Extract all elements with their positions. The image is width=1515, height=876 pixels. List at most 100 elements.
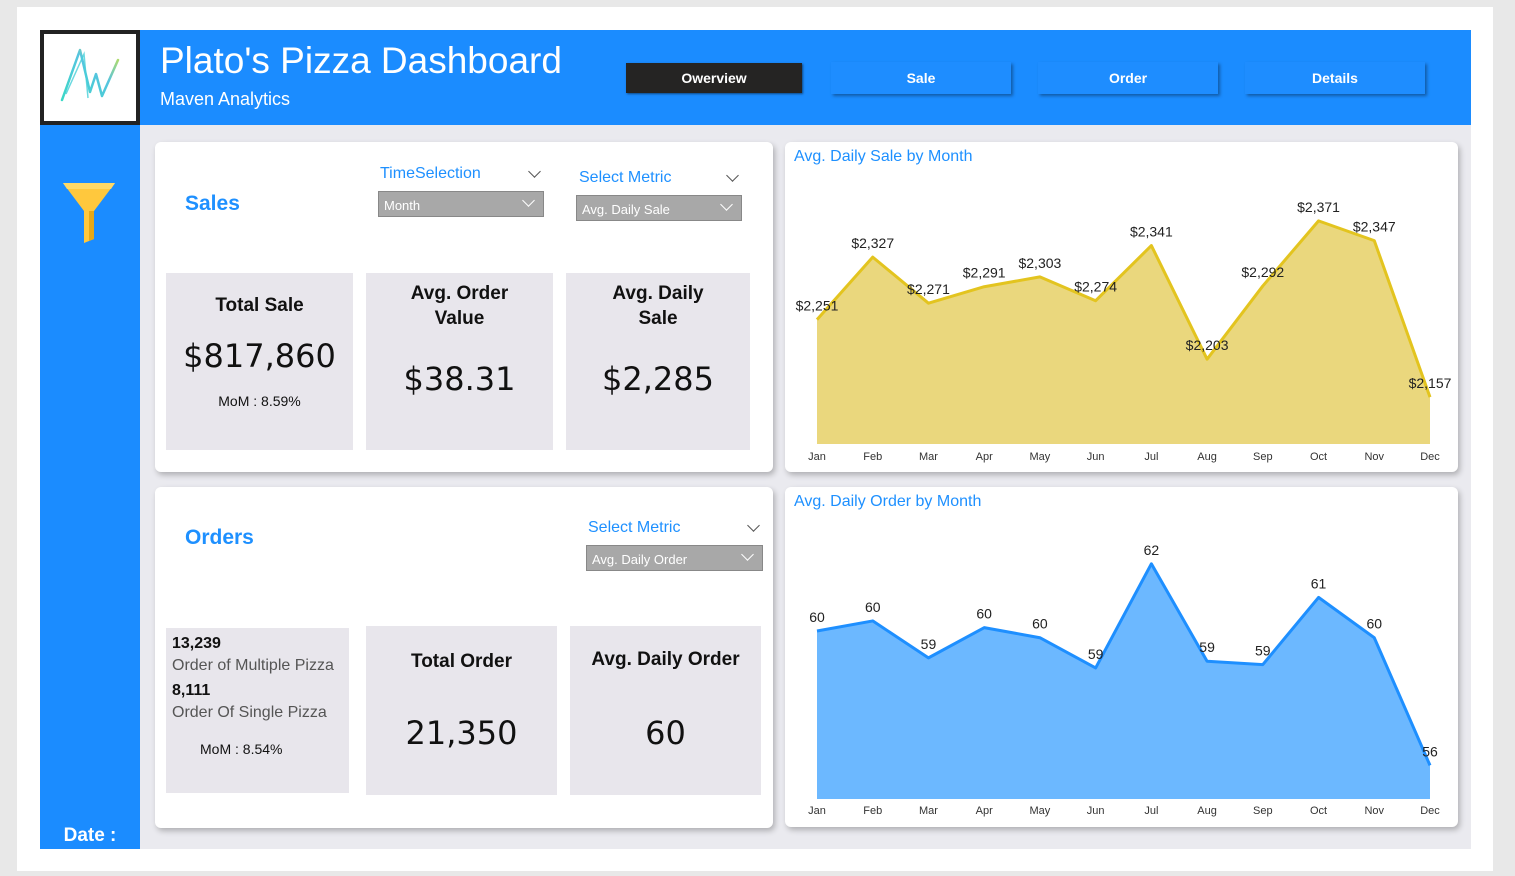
nav-sale-button[interactable]: Sale	[831, 62, 1011, 94]
sale-x-tick-label: May	[1030, 451, 1051, 463]
total-order-label: Total Order	[411, 651, 512, 672]
sale-data-point[interactable]	[1257, 280, 1269, 292]
sale-data-point[interactable]	[1313, 215, 1325, 227]
total-order-kpi: Total Order 21,350	[366, 626, 557, 795]
mom-label: MoM :	[218, 393, 258, 409]
order-data-point[interactable]	[1368, 632, 1380, 644]
date-value: October 14	[48, 856, 132, 872]
order-data-label: 60	[865, 599, 881, 615]
order-data-label: 59	[1088, 646, 1104, 662]
sale-x-tick-label: Nov	[1364, 451, 1384, 463]
sale-x-tick-label: Oct	[1310, 451, 1327, 463]
chevron-down-icon[interactable]	[747, 519, 760, 532]
time-selection-dropdown[interactable]: Month	[378, 191, 544, 217]
mom-value: 8.59%	[261, 393, 301, 409]
sale-data-point[interactable]	[978, 281, 990, 293]
single-pizza-count: 8,111	[172, 682, 211, 699]
sale-data-point[interactable]	[922, 297, 934, 309]
orders-card: Orders Select Metric Avg. Daily Order 13…	[155, 487, 773, 828]
sale-data-point[interactable]	[1090, 295, 1102, 307]
order-data-label: 59	[1255, 643, 1271, 659]
order-data-label: 60	[1366, 616, 1382, 632]
order-area-fill	[817, 563, 1430, 799]
sale-data-point[interactable]	[1145, 240, 1157, 252]
order-x-tick-label: Apr	[976, 805, 993, 817]
sale-x-tick-label: Jun	[1087, 451, 1105, 463]
order-x-tick-label: Sep	[1253, 805, 1273, 817]
sales-metric-dropdown[interactable]: Avg. Daily Sale	[576, 195, 742, 221]
nav-order-button[interactable]: Order	[1038, 62, 1218, 94]
maven-logo-icon	[60, 48, 120, 102]
sale-data-label: $2,341	[1130, 224, 1173, 240]
orders-metric-dropdown[interactable]: Avg. Daily Order	[586, 545, 763, 571]
orders-metric-value: Avg. Daily Order	[592, 552, 688, 567]
order-x-tick-label: Mar	[919, 805, 938, 817]
avg-daily-sale-kpi: Avg. Daily Sale $2,285	[566, 273, 750, 450]
sale-x-tick-label: Sep	[1253, 451, 1273, 463]
sale-data-label: $2,347	[1353, 219, 1396, 235]
total-sale-kpi: Total Sale $817,860 MoM : 8.59%	[166, 273, 353, 450]
order-x-tick-label: Jul	[1144, 805, 1158, 817]
order-data-point[interactable]	[978, 622, 990, 634]
sale-data-label: $2,303	[1018, 255, 1061, 271]
order-data-point[interactable]	[922, 652, 934, 664]
avg-daily-order-kpi: Avg. Daily Order 60	[570, 626, 761, 795]
sale-data-label: $2,371	[1297, 199, 1340, 215]
sale-data-label: $2,291	[963, 265, 1006, 281]
dashboard-canvas: Plato's Pizza Dashboard Maven Analytics …	[40, 30, 1471, 872]
order-data-point[interactable]	[1090, 662, 1102, 674]
sale-data-point[interactable]	[1424, 391, 1436, 403]
order-data-label: 60	[1032, 616, 1048, 632]
order-data-point[interactable]	[1201, 655, 1213, 667]
avg-order-value-label-2: Value	[434, 308, 485, 329]
multiple-pizza-label: Order of Multiple Pizza	[172, 657, 334, 674]
sale-chart-card: Avg. Daily Sale by Month $2,251 Jan $2,327…	[785, 142, 1458, 472]
sale-data-label: $2,292	[1241, 264, 1284, 280]
chevron-down-icon[interactable]	[528, 165, 541, 178]
chevron-down-icon	[720, 198, 733, 211]
sale-data-label: $2,327	[851, 235, 894, 251]
sale-data-point[interactable]	[867, 251, 879, 263]
sale-data-label: $2,271	[907, 281, 950, 297]
order-data-point[interactable]	[1145, 558, 1157, 570]
order-data-point[interactable]	[1034, 632, 1046, 644]
sale-data-label: $2,203	[1186, 337, 1229, 353]
order-data-point[interactable]	[1257, 659, 1269, 671]
avg-order-value-value: $38.31	[403, 360, 516, 398]
order-x-tick-label: Nov	[1364, 805, 1384, 817]
order-data-label: 60	[976, 606, 992, 622]
order-x-tick-label: Dec	[1420, 805, 1440, 817]
total-sale-mom: MoM : 8.59%	[166, 393, 353, 409]
sale-x-tick-label: Jul	[1144, 451, 1158, 463]
order-data-point[interactable]	[1424, 759, 1436, 771]
single-pizza-label: Order Of Single Pizza	[172, 704, 327, 721]
order-x-tick-label: May	[1030, 805, 1051, 817]
order-data-point[interactable]	[811, 625, 823, 637]
sale-data-label: $2,157	[1409, 375, 1452, 391]
nav-details-button[interactable]: Details	[1245, 62, 1425, 94]
sale-x-tick-label: Dec	[1420, 451, 1440, 463]
sale-area-fill	[817, 220, 1430, 444]
sale-data-point[interactable]	[1201, 353, 1213, 365]
dashboard-title: Plato's Pizza Dashboard	[160, 40, 562, 81]
chevron-down-icon[interactable]	[726, 169, 739, 182]
avg-daily-sale-label-2: Sale	[638, 308, 678, 329]
order-data-label: 60	[809, 609, 825, 625]
sale-data-point[interactable]	[1368, 235, 1380, 247]
sale-data-label: $2,251	[796, 298, 839, 314]
order-data-point[interactable]	[1313, 591, 1325, 603]
sale-x-tick-label: Aug	[1197, 451, 1217, 463]
sale-x-tick-label: Apr	[976, 451, 993, 463]
sale-data-point[interactable]	[811, 314, 823, 326]
order-chart-card: Avg. Daily Order by Month 60 Jan 60 Feb 59 Ma…	[785, 487, 1458, 827]
order-x-tick-label: Jan	[808, 805, 826, 817]
sales-card: Sales TimeSelection Month Select Metric …	[155, 142, 773, 472]
sidebar: Date : October 14	[40, 125, 140, 872]
chevron-down-icon	[522, 194, 535, 207]
order-data-point[interactable]	[867, 615, 879, 627]
sale-data-point[interactable]	[1034, 271, 1046, 283]
avg-daily-order-label: Avg. Daily Order	[591, 649, 740, 670]
funnel-icon[interactable]	[61, 181, 117, 248]
nav-overview-button[interactable]: Owerview	[626, 63, 802, 93]
avg-daily-sale-label-1: Avg. Daily	[612, 283, 704, 304]
